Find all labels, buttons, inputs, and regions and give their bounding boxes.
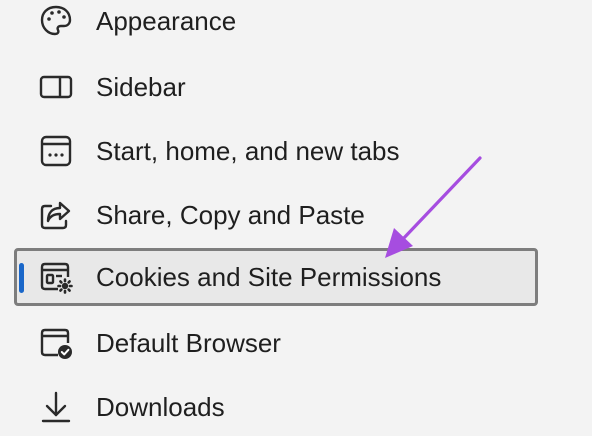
- sidebar-item-share-copy-paste[interactable]: Share, Copy and Paste: [14, 186, 538, 244]
- sidebar-icon: [38, 69, 74, 105]
- sidebar-item-start-home-tabs[interactable]: Start, home, and new tabs: [14, 122, 538, 180]
- sidebar-item-label: Sidebar: [96, 72, 186, 102]
- share-icon: [38, 197, 74, 233]
- palette-icon: [38, 3, 74, 39]
- sidebar-item-appearance[interactable]: Appearance: [14, 0, 538, 50]
- sidebar-item-label: Share, Copy and Paste: [96, 200, 365, 230]
- sidebar-item-downloads[interactable]: Downloads: [14, 378, 538, 436]
- sidebar-item-label: Default Browser: [96, 328, 281, 358]
- sidebar-item-sidebar[interactable]: Sidebar: [14, 58, 538, 116]
- sidebar-item-default-browser[interactable]: Default Browser: [14, 314, 538, 372]
- sidebar-item-label: Cookies and Site Permissions: [96, 262, 442, 292]
- cookies-permissions-icon: [38, 259, 74, 295]
- settings-sidebar: Appearance Sidebar Start, home, and new …: [0, 0, 592, 436]
- sidebar-item-cookies-permissions[interactable]: Cookies and Site Permissions: [14, 248, 538, 306]
- sidebar-item-label: Downloads: [96, 392, 225, 422]
- download-icon: [38, 389, 74, 425]
- selected-indicator: [19, 263, 24, 293]
- sidebar-item-label: Appearance: [96, 6, 237, 36]
- start-page-icon: [38, 133, 74, 169]
- default-browser-icon: [38, 325, 74, 361]
- sidebar-item-label: Start, home, and new tabs: [96, 136, 400, 166]
